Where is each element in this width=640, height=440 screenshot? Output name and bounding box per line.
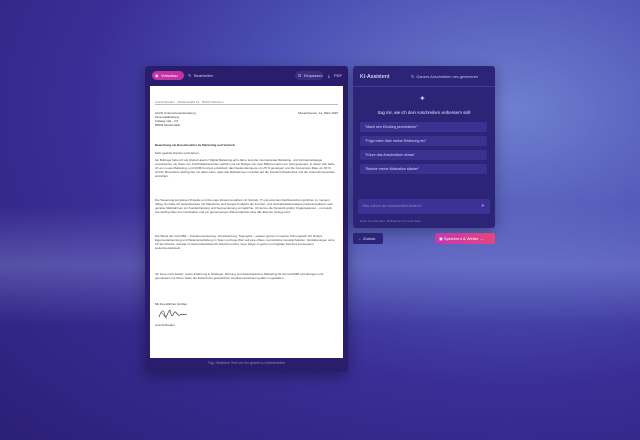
signature-image xyxy=(158,309,188,320)
arrow-right-icon: → xyxy=(479,236,484,241)
eye-icon: ◉ xyxy=(155,73,159,78)
regenerate-button[interactable]: ↻ Ganzes Anschreiben neu generieren xyxy=(411,74,478,79)
edit-button[interactable]: ✎ Bearbeiten xyxy=(185,71,219,80)
refresh-icon: ↻ xyxy=(411,74,415,79)
fit-zoom-button[interactable]: ⊡ Einpassen xyxy=(295,71,323,80)
pdf-button[interactable]: ⤓ PDF xyxy=(325,71,345,80)
edit-label: Bearbeiten xyxy=(194,73,214,78)
back-button[interactable]: ← Zurück xyxy=(353,233,383,244)
suggestion-chip[interactable]: "Kürze das Anschreiben etwas" xyxy=(360,150,487,160)
divider xyxy=(155,104,338,105)
preview-button[interactable]: ◉ Vorschau xyxy=(152,71,184,80)
preview-label: Vorschau xyxy=(161,73,178,78)
suggestion-chip[interactable]: "Füge mehr über meine Erfahrung ein" xyxy=(360,136,487,146)
fit-zoom-label: Einpassen xyxy=(304,73,323,78)
zoom-icon: ⊡ xyxy=(298,73,302,78)
editor-toolbar: ◉ Vorschau ✎ Bearbeiten ⊡ Einpassen ⤓ PD… xyxy=(145,66,348,86)
suggestion-chip[interactable]: "Mach den Einstieg persönlicher" xyxy=(360,122,487,132)
letter-page[interactable]: Lisa Schneider · Musterstraße 12 · 80331… xyxy=(150,86,343,358)
letter-date: Musterhausen, 14. März 2025 xyxy=(298,111,338,115)
save-continue-button[interactable]: ▣ Speichern & Weiter → xyxy=(435,233,495,244)
ai-assistant-panel: KI-Assistent ↻ Ganzes Anschreiben neu gen… xyxy=(353,66,495,228)
recipient-address: ALDO Unternehmensberatung Personalabteil… xyxy=(155,111,196,127)
ai-panel-title: KI-Assistent xyxy=(360,74,390,80)
letter-paragraph-1: bei Butfrage habe ich als Global Head of… xyxy=(155,158,335,178)
letter-salutation: Sehr geehrte Damen und Herren, xyxy=(155,151,200,155)
divider xyxy=(353,86,495,87)
pdf-label: PDF xyxy=(334,73,342,78)
letter-paragraph-2: Die Steuerung komplexer Projekte und die… xyxy=(155,198,333,214)
sparkle-icon: ✦ xyxy=(419,94,426,103)
send-icon[interactable]: ➤ xyxy=(479,199,487,214)
letter-subject: Bewerbung als Bereichsleiter im Marketin… xyxy=(155,143,235,147)
regenerate-label: Ganzes Anschreiben neu generieren xyxy=(416,75,478,79)
letter-editor-panel: ◉ Vorschau ✎ Bearbeiten ⊡ Einpassen ⤓ PD… xyxy=(145,66,348,372)
letter-closing: Mit freundlichen Grüßen xyxy=(155,302,188,306)
editor-tip: Tipp: Markiere Text um ihn gezielt zu üb… xyxy=(207,361,286,365)
arrow-left-icon: ← xyxy=(358,236,362,241)
signature-name: Lisa Schneider xyxy=(155,323,175,327)
back-label: Zurück xyxy=(363,236,376,241)
ai-chat-input[interactable]: Was soll ich am Anschreiben ändern? ➤ xyxy=(358,199,490,214)
download-icon: ⤓ xyxy=(328,73,330,78)
pencil-icon: ✎ xyxy=(188,73,192,78)
save-label: Speichern & Weiter xyxy=(443,236,479,241)
save-icon: ▣ xyxy=(439,236,443,241)
letter-paragraph-4: Ich freue mich darauf, meine Erfahrung i… xyxy=(155,272,324,280)
ai-prompt-question: Sag mir, wie ich dein Anschreiben verbes… xyxy=(377,110,471,115)
suggestion-chip[interactable]: "Betone meine Motivation stärker" xyxy=(360,164,487,174)
input-hint: Enter zum Senden, Shift+Enter für neue Z… xyxy=(360,219,421,223)
letter-paragraph-3: Die Werte der Gold IBR – Kundenorientier… xyxy=(155,234,335,250)
chat-placeholder: Was soll ich am Anschreiben ändern? xyxy=(362,204,422,208)
